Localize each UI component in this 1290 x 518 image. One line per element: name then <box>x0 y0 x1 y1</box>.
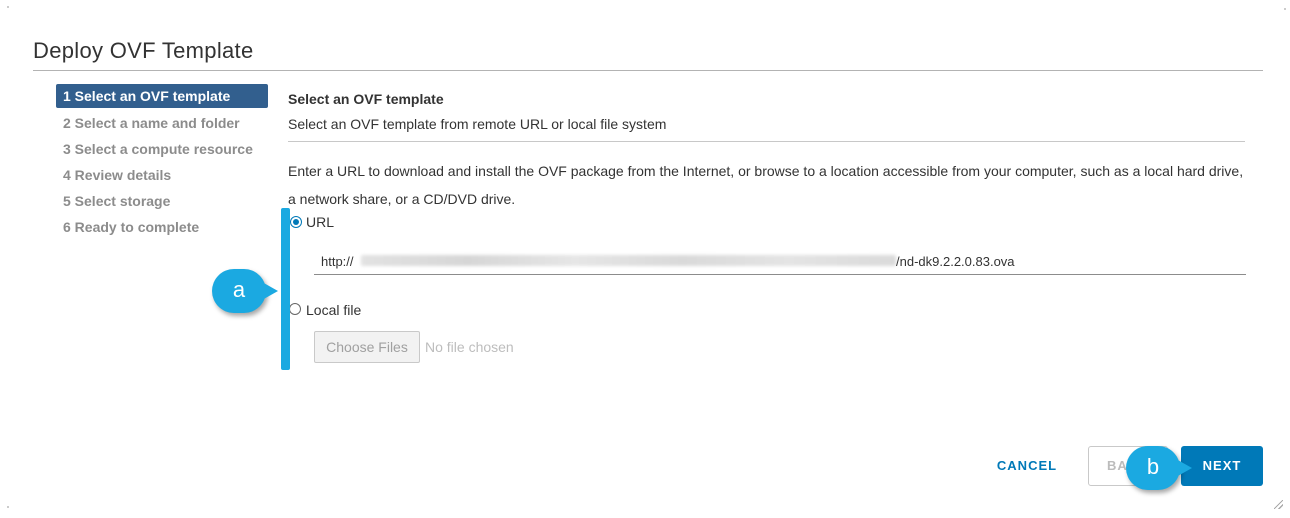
title-divider <box>33 70 1263 71</box>
callout-b-badge: b <box>1126 446 1192 490</box>
corner-marker <box>7 6 9 8</box>
cancel-button[interactable]: CANCEL <box>986 446 1068 486</box>
section-divider <box>288 141 1245 142</box>
step-select-compute-resource: 3 Select a compute resource <box>63 141 253 157</box>
callout-bracket <box>281 208 290 370</box>
local-file-radio-label[interactable]: Local file <box>306 302 361 318</box>
section-subtitle: Select an OVF template from remote URL o… <box>288 116 667 132</box>
step-ready-to-complete: 6 Ready to complete <box>63 219 200 235</box>
choose-files-button: Choose Files <box>314 331 420 363</box>
next-button[interactable]: NEXT <box>1181 446 1263 486</box>
url-prefix-text: http:// <box>321 254 354 269</box>
url-suffix-text: /nd-dk9.2.2.0.83.ova <box>896 254 1015 269</box>
callout-a-badge: a <box>212 269 278 313</box>
dialog-title: Deploy OVF Template <box>33 38 254 63</box>
step-review-details: 4 Review details <box>63 167 172 183</box>
resize-grip-icon[interactable] <box>1274 500 1283 509</box>
section-description: Enter a URL to download and install the … <box>288 163 1244 207</box>
corner-marker <box>7 506 9 508</box>
file-status-text: No file chosen <box>425 339 514 355</box>
url-input[interactable]: http:// /nd-dk9.2.2.0.83.ova <box>314 250 1246 275</box>
redacted-url-segment <box>361 255 896 266</box>
corner-marker <box>1284 8 1286 10</box>
wizard-steps: 1 Select an OVF template 2 Select a name… <box>56 84 268 240</box>
step-select-name-folder: 2 Select a name and folder <box>63 115 240 131</box>
url-radio-label[interactable]: URL <box>306 214 334 230</box>
url-radio[interactable] <box>290 216 302 228</box>
step-select-ovf-template[interactable]: 1 Select an OVF template <box>56 84 268 108</box>
section-title: Select an OVF template <box>288 91 444 107</box>
step-select-storage: 5 Select storage <box>63 193 171 209</box>
local-file-radio[interactable] <box>289 303 301 315</box>
